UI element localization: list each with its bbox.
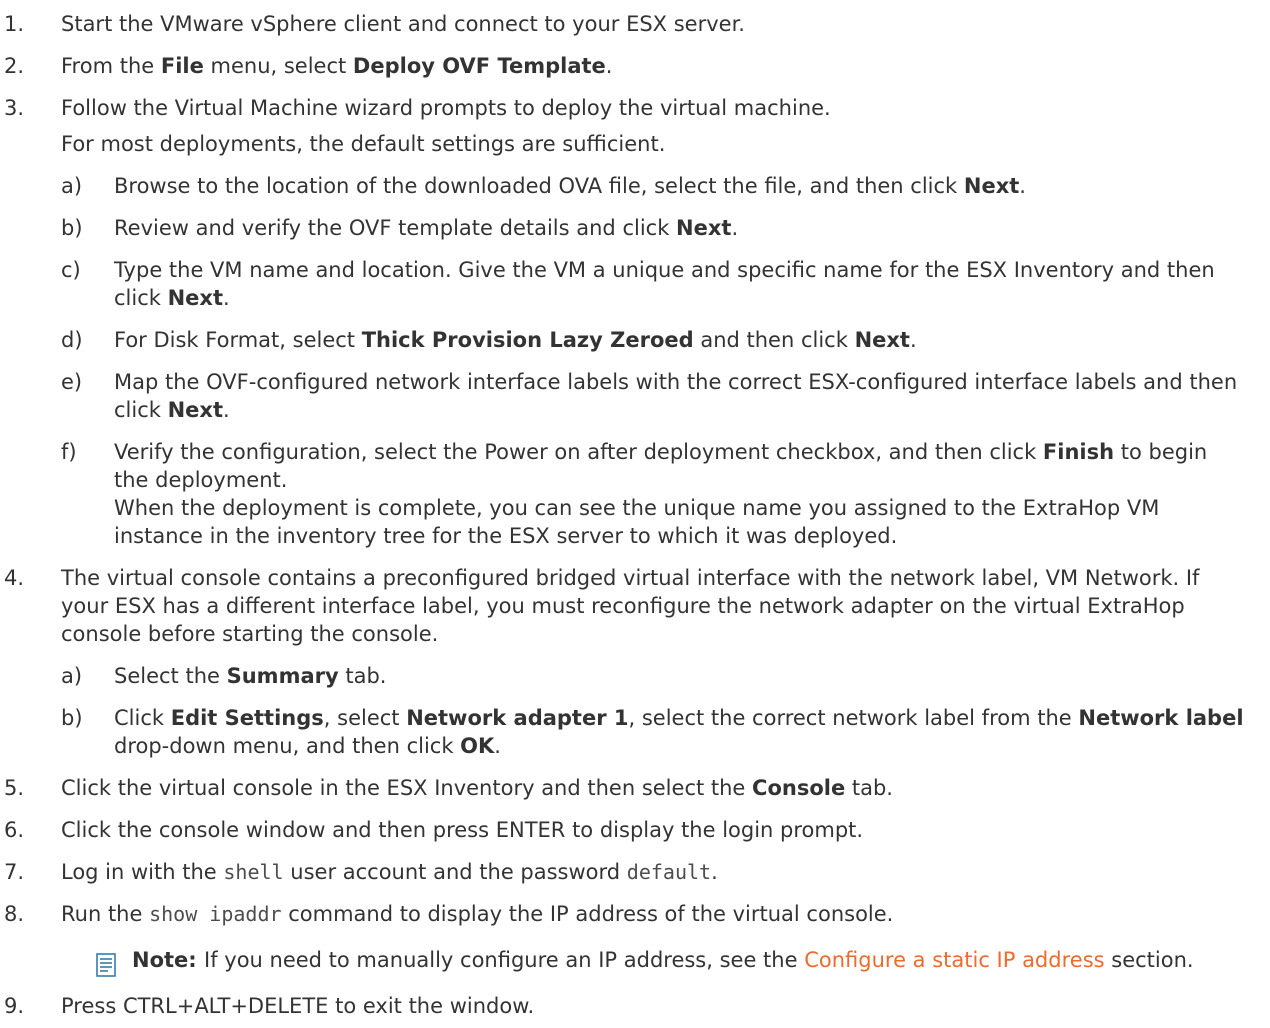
- substep-letter: b): [61, 706, 83, 730]
- document-page: 1. Start the VMware vSphere client and c…: [0, 0, 1270, 1028]
- step-number: 9.: [4, 994, 25, 1018]
- step-text: Follow the Virtual Machine wizard prompt…: [61, 96, 831, 120]
- step-text: Run the show ipaddr command to display t…: [61, 902, 894, 926]
- step-text: Click the console window and then press …: [61, 818, 864, 842]
- substep-text: Map the OVF-configured network interface…: [114, 370, 1238, 422]
- step-text: Click the virtual console in the ESX Inv…: [61, 776, 893, 800]
- step-info-text: For most deployments, the default settin…: [61, 132, 666, 156]
- username-code: shell: [223, 860, 284, 884]
- note-label: Note:: [132, 948, 197, 972]
- substep-text: Type the VM name and location. Give the …: [114, 258, 1215, 310]
- step-text: The virtual console contains a preconfig…: [61, 566, 1200, 646]
- menu-name: File: [160, 54, 204, 78]
- note-text: If you need to manually configure an IP …: [204, 948, 1194, 972]
- substep-text: Verify the configuration, select the Pow…: [114, 440, 1208, 548]
- substep-letter: d): [61, 328, 83, 352]
- note-icon: [96, 953, 116, 977]
- step-number: 5.: [4, 776, 25, 800]
- step-number: 3.: [4, 96, 25, 120]
- step-number: 7.: [4, 860, 25, 884]
- substep-text: Click Edit Settings, select Network adap…: [114, 706, 1244, 758]
- step-number: 6.: [4, 818, 25, 842]
- step-text: Log in with the shell user account and t…: [61, 860, 718, 884]
- step-number: 1.: [4, 12, 25, 36]
- step-number: 2.: [4, 54, 25, 78]
- substep-letter: a): [61, 664, 83, 688]
- password-code: default: [626, 860, 712, 884]
- step-number: 8.: [4, 902, 25, 926]
- substep-letter: e): [61, 370, 83, 394]
- substep-text: Review and verify the OVF template detai…: [114, 216, 739, 240]
- substep-text: For Disk Format, select Thick Provision …: [114, 328, 917, 352]
- static-ip-link[interactable]: Configure a static IP address: [804, 948, 1104, 972]
- substep-text: Select the Summary tab.: [114, 664, 387, 688]
- substep-letter: b): [61, 216, 83, 240]
- substep-text: Browse to the location of the downloaded…: [114, 174, 1026, 198]
- substep-letter: f): [61, 440, 77, 464]
- substep-result: When the deployment is complete, you can…: [114, 496, 1160, 548]
- step-number: 4.: [4, 566, 25, 590]
- step-text: Start the VMware vSphere client and conn…: [61, 12, 745, 36]
- step-text: Press CTRL+ALT+DELETE to exit the window…: [61, 994, 535, 1018]
- substep-letter: c): [61, 258, 81, 282]
- step-text: From the File menu, select Deploy OVF Te…: [61, 54, 613, 78]
- command-code: show ipaddr: [149, 902, 282, 926]
- menu-item-name: Deploy OVF Template: [352, 54, 606, 78]
- substep-letter: a): [61, 174, 83, 198]
